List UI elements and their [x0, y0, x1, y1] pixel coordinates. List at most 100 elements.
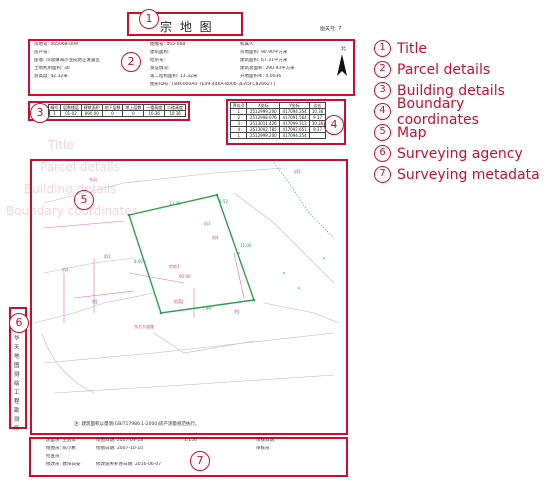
table-header: 二楼高度	[164, 104, 186, 111]
label-4: 4	[324, 115, 344, 135]
metadata-row: 修改员: 欧阳日安 修改遗失补办日期: 2016-06-07	[46, 462, 326, 468]
surveying-agency: 华天地图测绘工程勘测所	[14, 336, 20, 432]
table-cell: 0	[122, 110, 145, 117]
table-cell: 417094.254	[279, 132, 311, 139]
legend-label: Title	[397, 40, 428, 57]
table-cell: 417099.313	[279, 120, 311, 127]
metadata-field: 审核员:	[256, 446, 272, 451]
parcel-field: 权属人:	[240, 42, 256, 47]
parcel-field: 土地利用面积: 30	[34, 66, 70, 71]
table-header: 一楼高度	[143, 104, 166, 111]
legend-number: 7	[374, 166, 391, 183]
table-row: 1 01-02 090.00 0 0 10.36 10.36	[47, 110, 186, 117]
legend-item: 1 Title	[374, 38, 550, 59]
metadata-row: 测量员: 王志军 绘图日期: 2007-09-18 1:150 审核日期:	[46, 438, 326, 444]
table-cell: 1	[47, 110, 62, 117]
metadata-field: 检查员:	[46, 454, 62, 459]
table-cell: 2513002.785	[246, 126, 281, 133]
table-header: 界址号	[229, 102, 248, 109]
north-arrow-icon	[337, 54, 347, 76]
metadata-field: 修改遗失补办日期: 2016-06-07	[96, 462, 162, 467]
parcel-row-5: 总高度: 42.32米 第二结构面积: 13.32米 开地面积率: 0.0036	[34, 74, 334, 80]
metadata-field	[184, 446, 256, 452]
table-cell: 090.00	[80, 110, 103, 117]
map-label: 8.52	[219, 199, 228, 204]
map-label: 机4	[212, 234, 219, 240]
neighbour-boundary	[273, 163, 335, 239]
parcel-field: 宗地号: 065068-009	[34, 42, 78, 47]
map-label: 东风	[89, 176, 97, 182]
table-cell: 10.36	[309, 120, 326, 127]
legend-label: Parcel details	[397, 61, 491, 78]
map-label: 机2	[62, 266, 69, 272]
parcel-row-2: 房产号: 建筑面积: 宗地面积: 90.90平方米	[34, 50, 334, 56]
parcel-field: 宗地面积: 90.90平方米	[240, 50, 288, 55]
parcel-details: 宗地号: 065068-009 图幅号: 065-068 权属人: 房产号: 建…	[34, 42, 334, 88]
label-6: 6	[9, 313, 29, 333]
parcel-row-3: 座落: 玛瑙镇海沙业成协正发置区 结宗号: 建筑面积: 67.31平方米	[34, 58, 334, 64]
table-cell: 10.36	[143, 110, 166, 117]
table-cell: 1	[229, 132, 248, 139]
legend-number: 3	[374, 82, 391, 99]
metadata-field: 绘图日期: 2007-09-18	[96, 438, 144, 443]
legend-item: 2 Parcel details	[374, 59, 550, 80]
table-cell: 01-02	[60, 110, 82, 117]
parcel-row-4: 土地利用面积: 30 发证情况: 建筑总面积: 290.93平方米	[34, 66, 334, 72]
parcel-map: 东风 机2 机1 机3 机4 机5 宅J 档案J 宗地1 东方大道路 90.90…	[34, 163, 340, 427]
legend-number: 5	[374, 124, 391, 141]
table-cell: 10.36	[164, 110, 186, 117]
building-table: 幢号 层数楼层 建筑面积 地下层数 地上层数 一楼高度 二楼高度 1 01-02…	[47, 104, 186, 117]
parcel-field: 座落: 玛瑙镇海沙业成协正发置区	[34, 58, 100, 63]
page-number: 图关号: 7	[320, 26, 342, 32]
table-header: 地上层数	[122, 104, 145, 111]
table-cell	[309, 132, 326, 139]
map-note: 注: 建筑面积以量测(GB/T17986.1-2000)房产测量规范执行。	[74, 420, 199, 427]
parcel-boundary	[128, 194, 255, 314]
faint-title: Title	[48, 138, 74, 152]
table-header: 地下层数	[101, 104, 124, 111]
table-cell: 2512998.976	[246, 114, 281, 121]
parcel-field: 建筑面积: 67.31平方米	[240, 58, 288, 63]
table-header: 层数楼层	[60, 104, 82, 111]
legend-label: Surveying agency	[397, 145, 523, 162]
north-label: 北	[341, 46, 347, 52]
surveying-metadata: 测量员: 王志军 绘图日期: 2007-09-18 1:150 审核日期: 绘图…	[46, 438, 326, 468]
map-label: 7.99	[202, 306, 211, 311]
parcel-field: 房产号:	[34, 50, 50, 55]
parcel-row-6: 图形ID号: {846000A0-7E09-446A-8000-3EA5FC82…	[34, 82, 334, 88]
metadata-field: 绘图员: 陈小彬	[46, 446, 76, 451]
table-cell: 2512999.200	[246, 132, 281, 139]
legend-item: 4 Boundary coordinates	[374, 96, 550, 128]
parcel-field: 图形ID号: {846000A0-7E09-446A-8000-3EA5FC82…	[150, 82, 276, 87]
metadata-field: 绘图日期: 2007-10-10	[96, 446, 144, 451]
map-label: 东方大道路	[134, 323, 154, 329]
legend-label: Boundary coordinates	[396, 95, 479, 128]
metadata-field: 审核日期:	[256, 438, 276, 443]
map-label: 90.90	[179, 274, 191, 279]
parcel-field: 第二结构面积: 13.32米	[150, 74, 198, 79]
parcel-field: 发证情况:	[150, 66, 170, 71]
legend-label: Map	[397, 124, 427, 141]
parcel-field: 建筑面积:	[150, 50, 170, 55]
legend-number: 2	[374, 61, 391, 78]
table-cell: 0	[101, 110, 124, 117]
boundary-table: 界址号 X坐标 Y坐标 边长 1 2512999.200 417094.254 10.…	[229, 102, 326, 139]
legend-label: Surveying metadata	[397, 166, 540, 183]
label-3: 3	[30, 103, 50, 123]
table-cell: 417094.254	[279, 108, 311, 115]
legend-item: 7 Surveying metadata	[374, 164, 550, 185]
parcel-field: 图幅号: 065-068	[150, 42, 186, 47]
map-label: 机1	[104, 253, 111, 259]
parcel-field: 总高度: 42.32米	[34, 74, 68, 79]
table-cell: 2513011.426	[246, 120, 281, 127]
document-title: 宗 地 图	[160, 20, 214, 34]
legend-number: 4	[374, 103, 391, 120]
boundary-points	[127, 193, 325, 315]
label-1: 1	[139, 9, 159, 29]
parcel-field: 开地面积率: 0.0036	[240, 74, 282, 79]
metadata-field: 1:150	[184, 438, 197, 443]
table-cell: 10.36	[309, 108, 326, 115]
legend-number: 1	[374, 40, 391, 57]
parcel-field: 结宗号:	[150, 58, 166, 63]
map-label: 宅J	[234, 308, 239, 314]
